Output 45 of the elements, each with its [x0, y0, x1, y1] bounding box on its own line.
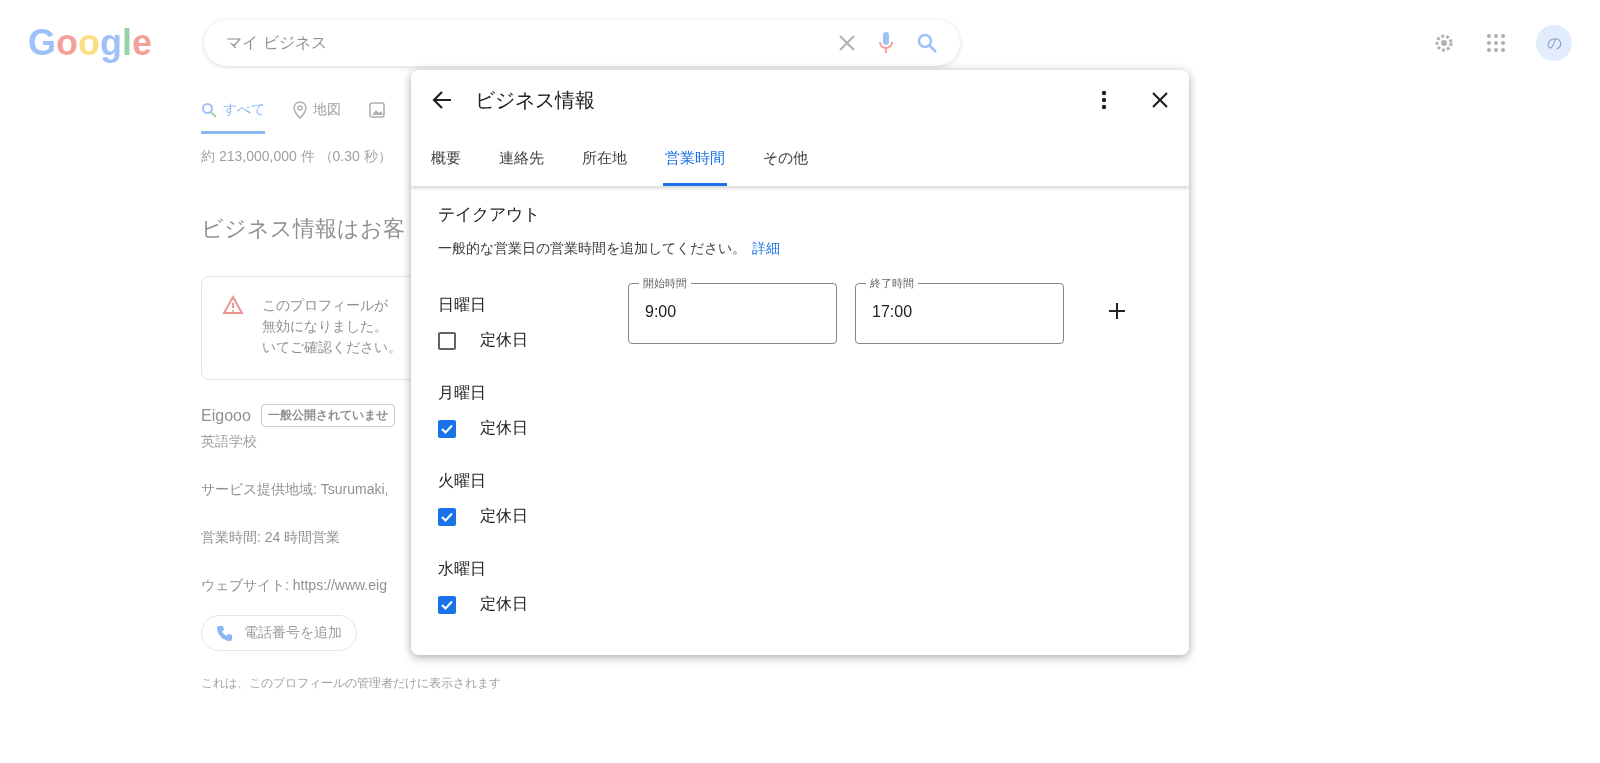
result-tab[interactable]: 地図 [293, 86, 341, 134]
search-field[interactable]: マイ ビジネス [226, 34, 839, 52]
day-label: 火曜日 [438, 471, 487, 491]
closed-checkbox[interactable] [438, 419, 456, 438]
day-label: 日曜日 [438, 295, 487, 315]
day-label: 水曜日 [438, 559, 487, 579]
closed-checkbox[interactable] [438, 595, 456, 614]
section-title: テイクアウト [438, 204, 541, 226]
result-count: 約 213,000,000 件 （0.30 秒） [201, 148, 392, 166]
alert-text: このプロフィールが 無効になりました。 いてご確認ください。 [262, 296, 402, 357]
back-arrow-icon[interactable] [431, 89, 453, 111]
business-category: 英語学校 [201, 433, 257, 451]
footer-note: これは、このプロフィールの管理者だけに表示されます [201, 675, 501, 692]
dialog-title: ビジネス情報 [475, 87, 596, 113]
map-pin-icon [293, 101, 307, 119]
start-time-field[interactable]: 開始時間 9:00 [628, 276, 837, 344]
search-icon [201, 102, 217, 118]
dialog-tab[interactable]: 連絡先 [497, 130, 546, 186]
details-link[interactable]: 詳細 [752, 240, 780, 256]
dialog-tab[interactable]: 所在地 [580, 130, 629, 186]
section-heading: ビジネス情報はお客 [201, 215, 405, 243]
status-badge: 一般公開されていませ [260, 404, 395, 427]
closed-checkbox[interactable] [438, 507, 456, 526]
hours-text: 営業時間: 24 時間営業 [201, 529, 341, 547]
add-phone-button[interactable]: 電話番号を追加 [201, 615, 357, 651]
dialog-tab[interactable]: その他 [761, 130, 810, 186]
warning-icon [222, 295, 244, 315]
dialog-tab[interactable]: 概要 [429, 130, 463, 186]
closed-label: 定休日 [480, 506, 528, 526]
day-label: 月曜日 [438, 383, 487, 403]
closed-label: 定休日 [480, 330, 528, 350]
closed-label: 定休日 [480, 418, 528, 438]
description-text: 一般的な営業日の営業時間を追加してください。 詳細 [438, 240, 781, 258]
close-icon[interactable] [1151, 91, 1169, 109]
more-options-icon[interactable] [1101, 90, 1107, 110]
website-text: ウェブサイト: https://www.eig [201, 577, 387, 595]
business-name: Eigooo [201, 406, 251, 425]
dialog-tab[interactable]: 営業時間 [663, 130, 727, 186]
phone-icon [216, 624, 234, 642]
closed-label: 定休日 [480, 594, 528, 614]
end-time-field[interactable]: 終了時間 17:00 [855, 276, 1064, 344]
service-area-text: サービス提供地域: Tsurumaki, [201, 481, 389, 499]
add-icon[interactable] [1108, 302, 1126, 320]
closed-checkbox[interactable] [438, 331, 456, 350]
image-icon [369, 102, 385, 118]
